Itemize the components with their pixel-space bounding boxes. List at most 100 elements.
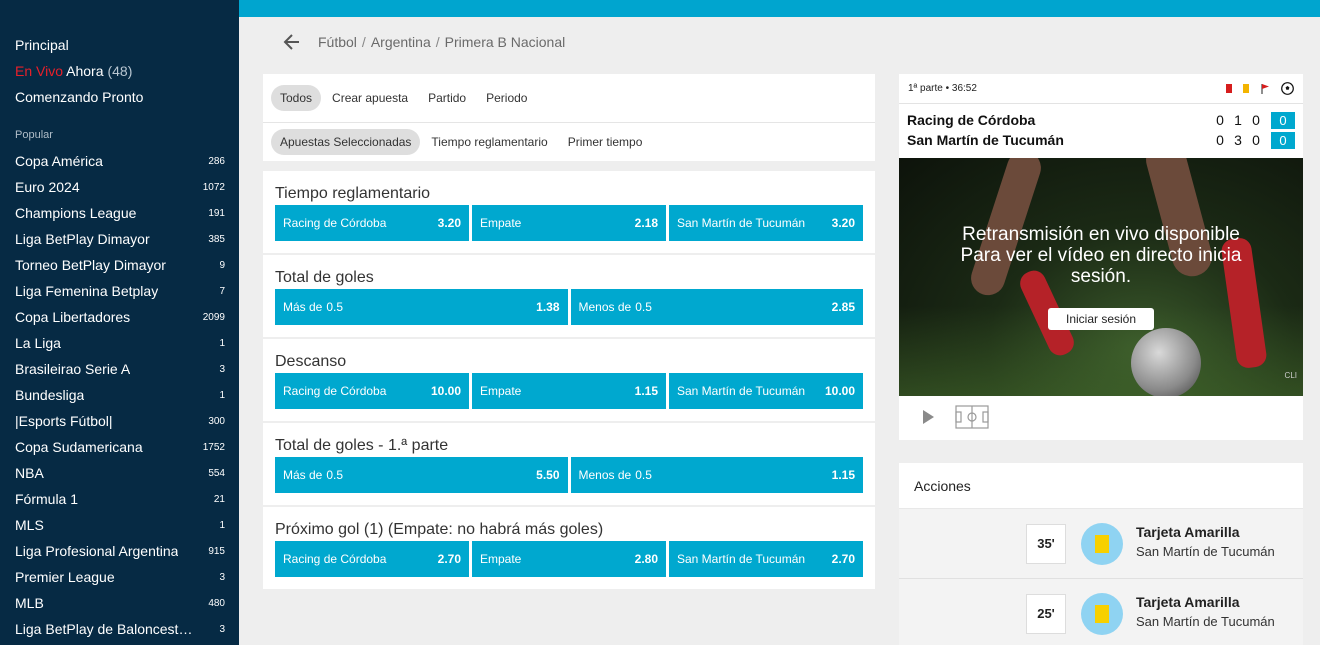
filter-primer-tiempo[interactable]: Primer tiempo xyxy=(559,129,652,155)
breadcrumb-sport[interactable]: Fútbol xyxy=(318,34,357,50)
scoreboard: 1ª parte • 36:52 Racing de Córdoba 0 1 0… xyxy=(899,74,1303,440)
odds-button[interactable]: Empate 1.15 xyxy=(472,373,666,409)
sidebar-item[interactable]: Champions League 191 xyxy=(0,200,239,226)
sidebar-item[interactable]: Bundesliga 1 xyxy=(0,382,239,408)
filter-todos[interactable]: Todos xyxy=(271,85,322,111)
video-controls xyxy=(899,396,1303,438)
home-goals: 0 xyxy=(1271,111,1295,129)
odds-button[interactable]: San Martín de Tucumán 3.20 xyxy=(669,205,863,241)
breadcrumb-country[interactable]: Argentina xyxy=(371,34,431,50)
sidebar-item-count: 21 xyxy=(213,493,225,505)
sidebar-item[interactable]: La Liga 1 xyxy=(0,330,239,356)
filter-crear-apuesta[interactable]: Crear apuesta xyxy=(323,85,417,111)
sidebar-item[interactable]: Copa Libertadores 2099 xyxy=(0,304,239,330)
sidebar-item[interactable]: Copa Sudamericana 1752 xyxy=(0,434,239,460)
odds-button[interactable]: Empate 2.18 xyxy=(472,205,666,241)
login-button[interactable]: Iniciar sesión xyxy=(1048,308,1154,330)
odds-label: Menos de xyxy=(578,468,632,482)
sidebar-item[interactable]: Brasileirao Serie A 3 xyxy=(0,356,239,382)
sidebar-item-label: Copa Libertadores xyxy=(15,309,131,325)
sidebar-item[interactable]: Liga BetPlay de Baloncesto … 3 xyxy=(0,616,239,642)
sidebar-item-label: Fórmula 1 xyxy=(15,491,79,507)
market-filters: Todos Crear apuesta Partido Periodo Apue… xyxy=(263,74,875,161)
odds-label-group: Menos de 0.5 xyxy=(579,468,652,482)
sidebar-item[interactable]: Euro 2024 1072 xyxy=(0,174,239,200)
sidebar-item-label: Torneo BetPlay Dimayor xyxy=(15,257,166,273)
sidebar-item[interactable]: Liga Profesional Argentina 915 xyxy=(0,538,239,564)
sidebar-item[interactable]: Torneo BetPlay Dimayor 9 xyxy=(0,252,239,278)
odds-line: 0.5 xyxy=(635,300,652,314)
sidebar-item[interactable]: Liga Femenina Betplay 7 xyxy=(0,278,239,304)
odds-label: San Martín de Tucumán xyxy=(677,384,806,398)
sidebar-item-count: 191 xyxy=(208,207,225,219)
event-text: Tarjeta Amarilla San Martín de Tucumán xyxy=(1136,594,1275,629)
odds-row: Más de 0.5 1.38 Menos de 0.5 2.85 xyxy=(275,289,863,325)
filter-periodo[interactable]: Periodo xyxy=(477,85,536,111)
event-team: San Martín de Tucumán xyxy=(1136,544,1275,559)
odds-label-group: San Martín de Tucumán xyxy=(677,384,805,398)
odds-price: 2.70 xyxy=(831,552,855,566)
sidebar-item-label: Copa Sudamericana xyxy=(15,439,143,455)
soccer-ball-image xyxy=(1131,328,1201,396)
match-period-time: 1ª parte • 36:52 xyxy=(908,83,977,94)
odds-button[interactable]: Más de 0.5 5.50 xyxy=(275,457,568,493)
odds-label: Empate xyxy=(480,552,522,566)
odds-label: Empate xyxy=(480,216,522,230)
odds-button[interactable]: Racing de Córdoba 3.20 xyxy=(275,205,469,241)
pitch-view-icon[interactable] xyxy=(955,405,989,429)
filter-partido[interactable]: Partido xyxy=(419,85,475,111)
sidebar-item[interactable]: Copa América 286 xyxy=(0,148,239,174)
yellow-card-icon xyxy=(1243,84,1249,93)
sidebar-item-count: 385 xyxy=(208,233,225,245)
sidebar-item-count: 2099 xyxy=(202,311,225,323)
market-title: Descanso xyxy=(275,353,347,370)
odds-button[interactable]: Más de 0.5 1.38 xyxy=(275,289,568,325)
odds-label: Más de xyxy=(283,300,323,314)
odds-button[interactable]: Menos de 0.5 2.85 xyxy=(570,289,863,325)
play-icon[interactable] xyxy=(921,409,935,425)
sidebar-item[interactable]: MLS 1 xyxy=(0,512,239,538)
top-bar xyxy=(239,0,1320,17)
sidebar-item[interactable]: Fórmula 1 21 xyxy=(0,486,239,512)
odds-button[interactable]: Empate 2.80 xyxy=(472,541,666,577)
sidebar-item-label: MLB xyxy=(15,595,44,611)
odds-button[interactable]: Menos de 0.5 1.15 xyxy=(570,457,863,493)
odds-price: 2.18 xyxy=(634,216,658,230)
sidebar-item[interactable]: NBA 554 xyxy=(0,460,239,486)
sidebar-item[interactable]: Premier League 3 xyxy=(0,564,239,590)
score-cell: 0 xyxy=(1216,132,1224,148)
odds-price: 3.20 xyxy=(831,216,855,230)
odds-label: Menos de xyxy=(578,300,632,314)
sidebar-item-count: 3 xyxy=(219,363,225,375)
odds-price: 1.15 xyxy=(634,384,658,398)
odds-line: 0.5 xyxy=(326,300,344,314)
odds-label-group: San Martín de Tucumán xyxy=(677,216,805,230)
event-team: San Martín de Tucumán xyxy=(1136,614,1275,629)
odds-button[interactable]: San Martín de Tucumán 2.70 xyxy=(669,541,863,577)
odds-button[interactable]: Racing de Córdoba 10.00 xyxy=(275,373,469,409)
back-arrow-icon[interactable] xyxy=(280,30,304,54)
sidebar-item[interactable]: Liga BetPlay Dimayor 385 xyxy=(0,226,239,252)
breadcrumb-league[interactable]: Primera B Nacional xyxy=(445,34,566,50)
sidebar-item[interactable]: |Esports Fútbol| 300 xyxy=(0,408,239,434)
score-cell: 0 xyxy=(1252,132,1260,148)
sidebar-item-label: MLS xyxy=(15,517,44,533)
sidebar-item-label: Liga Profesional Argentina xyxy=(15,543,179,559)
sidebar-link-principal[interactable]: Principal xyxy=(0,32,239,58)
sidebar-item-count: 915 xyxy=(208,545,225,557)
odds-button[interactable]: Racing de Córdoba 2.70 xyxy=(275,541,469,577)
sidebar-link-comenzando[interactable]: Comenzando Pronto xyxy=(0,84,239,110)
filter-tiempo-reglamentario[interactable]: Tiempo reglamentario xyxy=(422,129,556,155)
filter-row-main: Todos Crear apuesta Partido Periodo xyxy=(263,74,875,122)
odds-button[interactable]: San Martín de Tucumán 10.00 xyxy=(669,373,863,409)
filter-apuestas-seleccionadas[interactable]: Apuestas Seleccionadas xyxy=(271,129,421,155)
odds-price: 10.00 xyxy=(824,384,855,398)
market-title: Tiempo reglamentario xyxy=(275,185,431,202)
scoreboard-icons xyxy=(1226,82,1294,95)
odds-price: 1.38 xyxy=(536,300,560,314)
yellow-card-icon xyxy=(1081,523,1123,565)
odds-price: 2.85 xyxy=(831,300,855,314)
sidebar-item[interactable]: MLB 480 xyxy=(0,590,239,616)
odds-label-group: Más de 0.5 xyxy=(283,300,343,314)
sidebar-link-live[interactable]: En Vivo Ahora (48) xyxy=(0,58,239,84)
